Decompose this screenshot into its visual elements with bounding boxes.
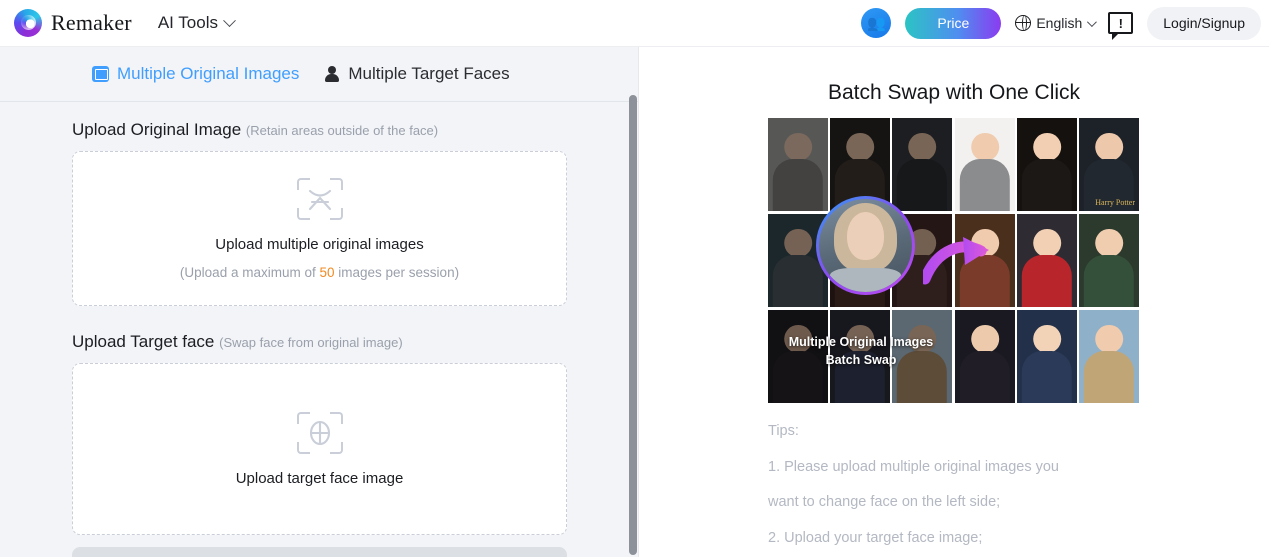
original-dropzone-subtitle: (Upload a maximum of 50 images per sessi… — [180, 265, 459, 280]
tips-line-1: 1. Please upload multiple original image… — [768, 458, 1059, 475]
login-signup-button[interactable]: Login/Signup — [1147, 6, 1261, 40]
brand-name: Remaker — [51, 10, 132, 35]
target-face-dropzone[interactable]: Upload target face image — [72, 363, 567, 535]
tab-label: Multiple Original Images — [117, 64, 300, 83]
ai-tools-label: AI Tools — [157, 13, 218, 32]
promo-collage-image: Harry Potter Multiple Original Images Ba… — [768, 118, 1139, 403]
tips-line-3: 2. Upload your target face image; — [768, 529, 983, 546]
max-images-count: 50 — [319, 264, 335, 280]
sub-prefix: (Upload a maximum of — [179, 264, 320, 280]
face-scan-frame-icon — [296, 177, 343, 220]
batch-swap-submit-button[interactable] — [72, 547, 567, 557]
original-dropzone-title: Upload multiple original images — [215, 235, 424, 253]
promo-watermark: Harry Potter — [1095, 198, 1135, 207]
tab-label: Multiple Target Faces — [348, 64, 510, 83]
target-face-title: Upload Target face — [72, 332, 215, 351]
sub-suffix: images per session) — [334, 264, 460, 280]
target-dropzone-title: Upload target face image — [235, 469, 404, 487]
right-panel: Batch Swap with One Click Harry Potter M… — [639, 47, 1269, 557]
target-face-section-label: Upload Target face (Swap face from origi… — [72, 332, 567, 352]
language-selector[interactable]: English — [1014, 14, 1098, 31]
left-panel-scrollbar[interactable] — [629, 95, 637, 555]
collage-cell-swapped-3 — [955, 310, 1139, 403]
top-header: Remaker AI Tools 👥 Price English ! Login… — [0, 0, 1269, 47]
tips-heading: Tips: — [768, 423, 799, 439]
collage-cell-swapped-1: Harry Potter — [955, 118, 1139, 211]
remaker-swirl-logo-icon — [14, 9, 42, 37]
original-images-dropzone[interactable]: Upload multiple original images (Upload … — [72, 151, 567, 306]
original-image-title: Upload Original Image — [72, 120, 242, 139]
language-label: English — [1036, 15, 1083, 31]
tab-multiple-target-faces[interactable]: Multiple Target Faces — [325, 64, 510, 84]
person-icon — [325, 66, 340, 82]
collage-cell-original-3 — [768, 310, 952, 403]
header-actions: 👥 Price English ! Login/Signup — [861, 6, 1261, 40]
ai-tools-menu[interactable]: AI Tools — [157, 13, 236, 33]
people-group-icon[interactable]: 👥 — [861, 8, 892, 38]
target-face-hint: (Swap face from original image) — [219, 335, 403, 350]
original-image-hint: (Retain areas outside of the face) — [245, 123, 439, 138]
chevron-down-icon — [223, 13, 236, 27]
app-root: Remaker AI Tools 👥 Price English ! Login… — [0, 0, 1269, 557]
tab-bar: Multiple Original Images Multiple Target… — [0, 47, 639, 102]
upload-form: Upload Original Image (Retain areas outs… — [0, 102, 639, 535]
original-image-section-label: Upload Original Image (Retain areas outs… — [72, 120, 567, 140]
swap-arrow-icon — [919, 233, 993, 293]
price-button[interactable]: Price — [905, 7, 1002, 39]
target-face-frame-icon — [296, 411, 343, 454]
tab-multiple-original-images[interactable]: Multiple Original Images — [92, 64, 299, 84]
source-face-circle — [816, 196, 915, 295]
multiple-images-icon — [92, 66, 109, 82]
globe-icon — [1014, 14, 1032, 31]
promo-title: Batch Swap with One Click — [827, 81, 1081, 104]
chevron-down-icon — [1087, 16, 1098, 27]
brand[interactable]: Remaker — [14, 9, 132, 37]
feedback-speech-bubble-icon[interactable]: ! — [1108, 12, 1134, 40]
tips-line-2: want to change face on the left side; — [768, 494, 1001, 511]
left-panel: Multiple Original Images Multiple Target… — [0, 47, 639, 557]
tips-block: Tips: 1. Please upload multiple original… — [768, 414, 1238, 557]
